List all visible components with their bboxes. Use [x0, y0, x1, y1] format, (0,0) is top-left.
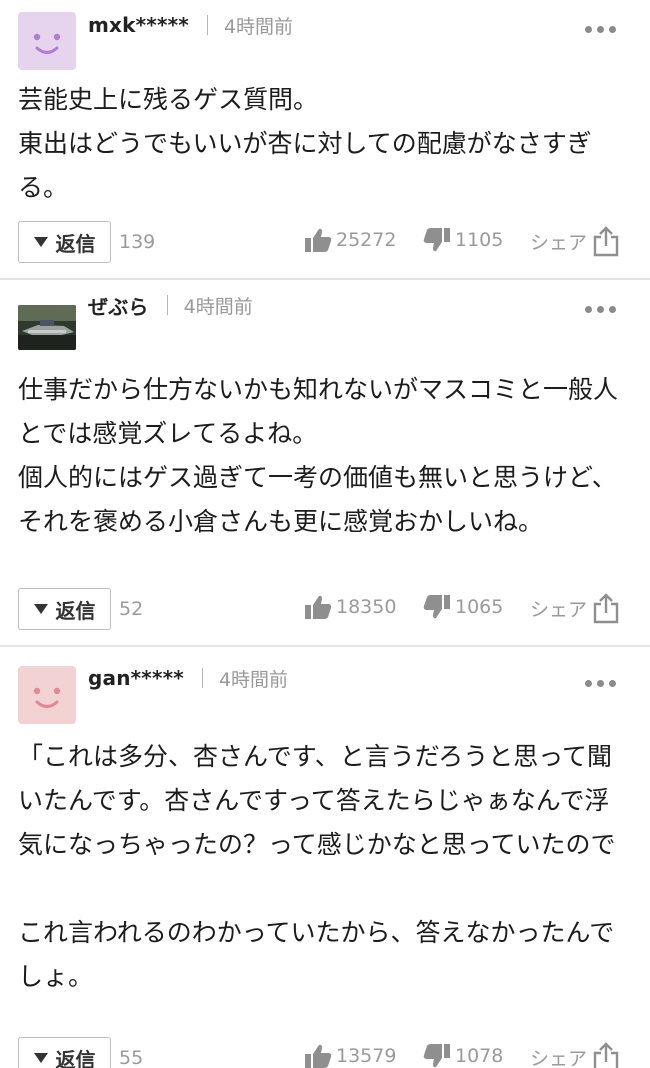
comment-card: gan***** 4時間前 「これは多分、杏さんです、と言うだろうと思って聞いた… [0, 647, 650, 1068]
timestamp: 4時間前 [218, 668, 289, 691]
comment-text: 芸能史上に残るゲス質問。 東出はどうでもいいが杏に対しての配慮がなさすぎる。 [18, 85, 592, 202]
dislike-count: 1078 [455, 1045, 504, 1067]
comment-text: 仕事だから仕方ないかも知れないがマスコミと一般人とでは感覚ズレてるよね。 個人的… [18, 375, 619, 536]
avatar[interactable] [18, 305, 76, 350]
comment-meta: mxk***** 4時間前 [88, 10, 293, 40]
dislike-button[interactable]: 1065 [423, 594, 503, 620]
comment-actions: 返信 139 25272 1105 シェア [18, 221, 630, 263]
like-button[interactable]: 25272 [304, 227, 396, 253]
username[interactable]: gan***** [88, 666, 184, 690]
thumbs-down-icon [423, 595, 450, 619]
dislike-button[interactable]: 1078 [423, 1043, 503, 1068]
smiley-avatar-icon [18, 666, 76, 724]
caret-down-icon [33, 237, 48, 247]
share-button[interactable]: シェア [530, 225, 619, 257]
comment-meta: ぜぶら 4時間前 [88, 290, 253, 320]
share-button[interactable]: シェア [530, 1041, 619, 1068]
reply-label: 返信 [55, 231, 96, 256]
meta-separator [166, 295, 168, 315]
share-icon [593, 1042, 619, 1068]
thumbs-up-icon [305, 1044, 332, 1068]
caret-down-icon [33, 1053, 48, 1063]
like-button[interactable]: 18350 [304, 594, 396, 620]
avatar[interactable] [18, 12, 76, 70]
reply-button[interactable]: 返信 [18, 588, 111, 630]
share-icon [593, 593, 619, 624]
like-count: 13579 [336, 1045, 397, 1067]
caret-down-icon [33, 604, 48, 614]
share-label: シェア [530, 598, 588, 621]
share-button[interactable]: シェア [530, 592, 619, 624]
comment-text: 「これは多分、杏さんです、と言うだろうと思って聞いたんです。杏さんですって答えた… [18, 742, 616, 991]
smiley-avatar-icon [18, 12, 76, 70]
like-count: 25272 [336, 229, 397, 251]
more-options-icon[interactable] [585, 26, 616, 33]
share-label: シェア [530, 1047, 588, 1068]
meta-separator [201, 668, 203, 688]
more-options-icon[interactable] [585, 680, 616, 687]
dislike-count: 1065 [455, 596, 504, 618]
meta-separator [206, 15, 208, 35]
avatar[interactable] [18, 666, 76, 724]
thumbs-down-icon [423, 1044, 450, 1068]
comment-card: ぜぶら 4時間前 仕事だから仕方ないかも知れないがマスコミと一般人とでは感覚ズレ… [0, 280, 650, 645]
comment-actions: 返信 55 13579 1078 シェア [18, 1037, 630, 1068]
reply-button[interactable]: 返信 [18, 1037, 111, 1068]
share-icon [593, 226, 619, 257]
thumbs-up-icon [305, 228, 332, 252]
more-options-icon[interactable] [585, 306, 616, 313]
timestamp: 4時間前 [183, 295, 253, 318]
timestamp: 4時間前 [223, 15, 294, 38]
dislike-button[interactable]: 1105 [423, 227, 503, 253]
username[interactable]: ぜぶら [88, 291, 149, 320]
reply-count: 52 [119, 598, 144, 620]
thumbs-up-icon [305, 595, 332, 619]
share-label: シェア [530, 231, 588, 254]
reply-label: 返信 [55, 598, 96, 623]
like-count: 18350 [336, 596, 397, 618]
like-button[interactable]: 13579 [304, 1043, 396, 1068]
comment-meta: gan***** 4時間前 [88, 663, 288, 693]
thumbs-down-icon [423, 228, 450, 252]
username[interactable]: mxk***** [88, 13, 189, 37]
reply-button[interactable]: 返信 [18, 221, 111, 263]
comment-actions: 返信 52 18350 1065 シェア [18, 588, 630, 630]
comment-card: mxk***** 4時間前 芸能史上に残るゲス質問。 東出はどうでもいいが杏に対… [0, 0, 650, 278]
dislike-count: 1105 [455, 229, 504, 251]
photo-avatar-icon [18, 305, 76, 350]
reply-count: 139 [119, 231, 156, 253]
reply-count: 55 [119, 1047, 144, 1068]
reply-label: 返信 [55, 1047, 96, 1068]
